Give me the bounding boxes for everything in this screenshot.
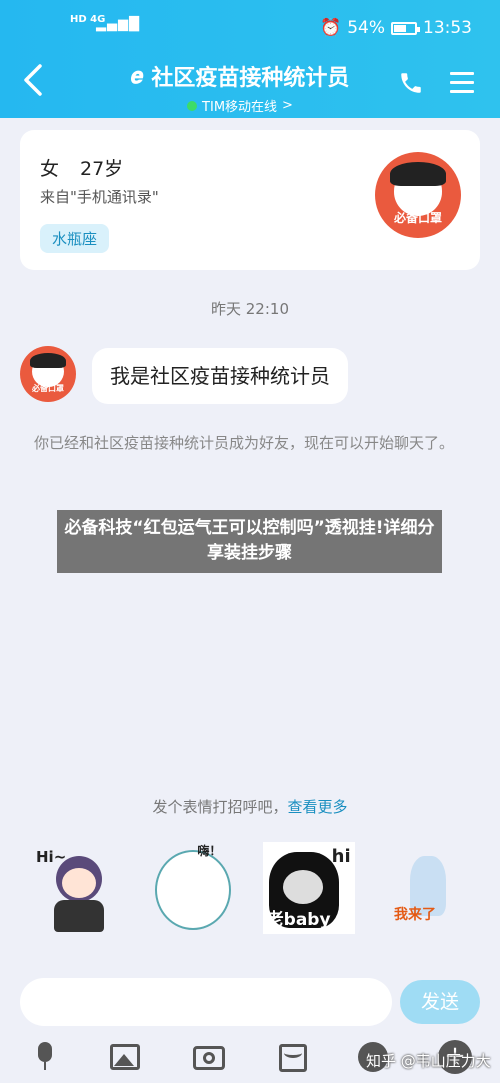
ear-icon: 𝒆 xyxy=(130,63,144,89)
watermark: 知乎 @韦山压力大 xyxy=(366,1052,491,1070)
overlay-banner: 必备科技“红包运气王可以控制吗”透视挂!详细分享装挂步骤 xyxy=(57,510,442,573)
profile-tag: 水瓶座 xyxy=(40,224,110,253)
online-status[interactable]: TIM移动在线 > xyxy=(90,96,390,115)
sticker-row: Hi~ 嗨！ hi 老baby 我来了 xyxy=(28,842,472,938)
status-right: ⏰ 54% 13:53 xyxy=(320,18,472,38)
friend-notice: 你已经和社区疫苗接种统计员成为好友，现在可以开始聊天了。 xyxy=(34,434,455,452)
online-status-text: TIM移动在线 xyxy=(202,100,278,115)
profile-source: 来自"手机通讯录" xyxy=(40,188,159,206)
profile-age: 27岁 xyxy=(80,158,124,180)
sticker-hi[interactable]: Hi~ xyxy=(28,842,120,934)
sticker-girl[interactable]: 我来了 xyxy=(380,842,472,934)
see-more-link[interactable]: 查看更多 xyxy=(288,798,348,816)
clock: 13:53 xyxy=(423,18,472,38)
sticker-label: 嗨！ xyxy=(197,844,222,858)
sticker-prompt: 发个表情打招呼吧，查看更多 xyxy=(0,796,500,817)
top-bar: HD 4G ▂▄▆█ ⏰ 54% 13:53 𝒆 社区疫苗接种统计员 TIM移动… xyxy=(0,0,500,118)
camera-icon[interactable] xyxy=(192,1040,226,1074)
avatar-label: 必备口罩 xyxy=(393,210,442,225)
sticker-prompt-text: 发个表情打招呼吧， xyxy=(152,798,288,816)
profile-gender: 女 xyxy=(40,158,60,180)
battery-percent: 54% xyxy=(347,18,385,38)
sticker-label: Hi~ xyxy=(36,848,67,866)
message-input[interactable] xyxy=(20,978,392,1026)
signal-icon: ▂▄▆█ xyxy=(96,17,140,32)
image-icon[interactable] xyxy=(108,1040,142,1074)
sticker-extra-label: hi xyxy=(331,846,351,867)
sticker-label: 老baby xyxy=(266,910,331,930)
sender-avatar-label: 必备口罩 xyxy=(32,384,64,394)
sender-avatar[interactable]: 必备口罩 xyxy=(20,346,76,402)
back-icon[interactable] xyxy=(20,62,48,98)
battery-icon xyxy=(391,21,420,35)
sticker-label: 我来了 xyxy=(393,907,436,923)
chevron-right-icon: > xyxy=(282,98,293,113)
sticker-bear[interactable]: hi 老baby xyxy=(262,842,355,934)
sticker-ball[interactable]: 嗨！ xyxy=(145,842,237,934)
profile-card[interactable]: 女 27岁 来自"手机通讯录" 水瓶座 必备口罩 xyxy=(20,130,480,270)
send-button[interactable]: 发送 xyxy=(400,980,480,1024)
red-packet-icon[interactable] xyxy=(276,1040,310,1074)
profile-avatar[interactable]: 必备口罩 xyxy=(375,152,461,238)
phone-icon[interactable] xyxy=(398,70,424,96)
page-title: 社区疫苗接种统计员 xyxy=(151,66,350,91)
status-bar: HD 4G ▂▄▆█ ⏰ 54% 13:53 xyxy=(0,0,500,56)
online-dot-icon xyxy=(187,100,198,111)
message-bubble[interactable]: 我是社区疫苗接种统计员 xyxy=(92,348,348,404)
chat-header[interactable]: 𝒆 社区疫苗接种统计员 TIM移动在线 > xyxy=(90,60,390,116)
menu-icon[interactable] xyxy=(450,72,474,94)
chat-timestamp: 昨天 22:10 xyxy=(211,300,289,318)
alarm-icon: ⏰ xyxy=(320,18,342,38)
microphone-icon[interactable] xyxy=(28,1040,62,1074)
